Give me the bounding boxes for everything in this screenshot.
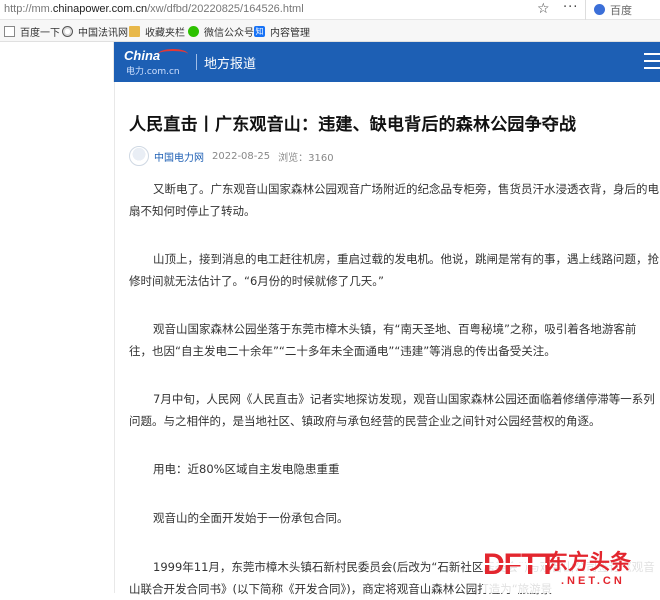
logo-text-top: China <box>124 48 161 63</box>
more-menu-button[interactable]: ··· <box>563 0 578 15</box>
wechat-icon <box>188 25 199 37</box>
article-views: 浏览：3160 <box>278 152 334 164</box>
page-gutter <box>0 42 114 82</box>
toolbar-divider <box>585 0 586 20</box>
avatar <box>129 146 149 166</box>
site-nav-bar: China 电力.com.cn 地方报道 <box>114 42 660 82</box>
paragraph-text: 观音山的全面开发始于一份承包合同。 <box>153 511 349 525</box>
article-date: 2022-08-25 <box>212 150 271 162</box>
site-logo[interactable]: China 电力.com.cn <box>124 48 196 77</box>
paragraph-text: 用电：近80%区域自主发电隐患重重 <box>153 462 340 476</box>
bookmark-favorites-folder[interactable]: 收藏夹栏 <box>129 24 185 39</box>
bookmark-label: 内容管理 <box>270 27 310 39</box>
paragraph: 观音山国家森林公园坐落于东莞市樟木头镇，有“南天圣地、百粤秘境”之称，吸引着各地… <box>129 318 659 362</box>
url-text[interactable]: http://mm.chinapower.com.cn/xw/dfbd/2022… <box>4 3 304 15</box>
globe-icon <box>62 25 73 37</box>
bookmark-fazhi[interactable]: 中国法讯网 <box>62 24 128 39</box>
paragraph: 又断电了。广东观音山国家森林公园观音广场附近的纪念品专柜旁，售货员汗水浸透衣背，… <box>129 178 659 222</box>
logo-arc-icon <box>158 49 188 59</box>
site-header: China 电力.com.cn 地方报道 <box>0 42 660 82</box>
bookmark-label: 百度一下 <box>20 27 60 39</box>
search-engine-box[interactable]: 百度 <box>594 2 632 18</box>
hamburger-menu-icon[interactable] <box>644 53 660 71</box>
bookmarks-bar: 百度一下 中国法讯网 收藏夹栏 微信公众号 知内容管理 <box>0 20 660 42</box>
bookmark-content-manage[interactable]: 知内容管理 <box>254 24 310 39</box>
bookmark-wechat[interactable]: 微信公众号 <box>188 24 254 39</box>
paragraph-text: 观音山国家森林公园坐落于东莞市樟木头镇，有“南天圣地、百粤秘境”之称，吸引着各地… <box>129 322 637 358</box>
header-divider <box>196 54 197 70</box>
paragraph-text: 山顶上，接到消息的电工赶往机房，重启过载的发电机。他说，跳闸是常有的事，遇上线路… <box>129 252 659 288</box>
baidu-paw-icon <box>594 4 605 15</box>
section-title[interactable]: 地方报道 <box>204 53 256 72</box>
bookmark-label: 微信公众号 <box>204 27 254 39</box>
section-subheading: 用电：近80%区域自主发电隐患重重 <box>129 458 659 480</box>
bookmark-star-icon[interactable]: ☆ <box>537 1 550 17</box>
search-engine-label: 百度 <box>610 4 632 17</box>
article-meta: 中国电力网 2022-08-25 浏览：3160 <box>129 146 334 166</box>
folder-icon <box>129 25 140 37</box>
doc-icon <box>4 25 15 37</box>
logo-text-bottom: 电力.com.cn <box>126 67 180 77</box>
paragraph-text: 又断电了。广东观音山国家森林公园观音广场附近的纪念品专柜旁，售货员汗水浸透衣背，… <box>129 182 659 218</box>
bookmark-label: 中国法讯网 <box>78 27 128 39</box>
dftt-watermark: DFTT 东方头条 .NET.CN <box>483 546 660 593</box>
bookmark-label: 收藏夹栏 <box>145 27 185 39</box>
url-domain: chinapower.com.cn <box>52 3 148 15</box>
watermark-domain: .NET.CN <box>561 575 625 587</box>
article-source[interactable]: 中国电力网 <box>154 149 204 164</box>
url-path: /xw/dfbd/20220825/164526.html <box>147 3 304 15</box>
paragraph-text: 7月中旬，人民网《人民直击》记者实地探访发现，观音山国家森林公园还面临着修缮停滞… <box>129 392 655 428</box>
article: 人民直击丨广东观音山：违建、缺电背后的森林公园争夺战 中国电力网 2022-08… <box>114 82 660 596</box>
address-bar[interactable]: http://mm.chinapower.com.cn/xw/dfbd/2022… <box>0 0 660 20</box>
article-title: 人民直击丨广东观音山：违建、缺电背后的森林公园争夺战 <box>129 115 577 135</box>
url-prefix: http://mm. <box>4 3 53 15</box>
paragraph: 观音山的全面开发始于一份承包合同。 <box>129 507 659 529</box>
watermark-chinese: 东方头条 <box>547 550 631 574</box>
paragraph: 山顶上，接到消息的电工赶往机房，重启过载的发电机。他说，跳闸是常有的事，遇上线路… <box>129 248 659 292</box>
bookmark-baidu[interactable]: 百度一下 <box>4 24 60 39</box>
zhi-icon: 知 <box>254 25 265 37</box>
watermark-latin: DFTT <box>483 548 557 581</box>
paragraph: 7月中旬，人民网《人民直击》记者实地探访发现，观音山国家森林公园还面临着修缮停滞… <box>129 388 659 432</box>
